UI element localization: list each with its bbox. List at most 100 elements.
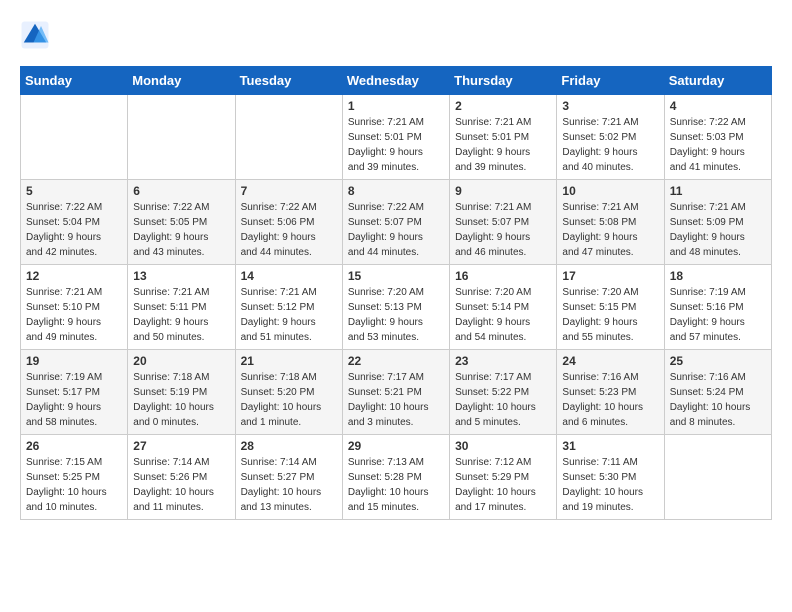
day-info: Sunrise: 7:15 AM Sunset: 5:25 PM Dayligh…	[26, 455, 122, 515]
weekday-header-tuesday: Tuesday	[235, 67, 342, 95]
calendar-cell	[235, 95, 342, 180]
day-number: 11	[670, 184, 766, 198]
calendar-cell: 21Sunrise: 7:18 AM Sunset: 5:20 PM Dayli…	[235, 350, 342, 435]
calendar-cell: 24 Sunrise: 7:16 AM Sunset: 5:23 PM Dayli…	[557, 350, 664, 435]
day-info: Sunrise: 7:21 AM Sunset: 5:11 PM Dayligh…	[133, 285, 229, 345]
day-info: Sunrise: 7:22 AM Sunset: 5:03 PM Dayligh…	[670, 115, 766, 175]
day-number: 1	[348, 99, 444, 113]
calendar-cell: 16 Sunrise: 7:20 AM Sunset: 5:14 PM Dayli…	[450, 265, 557, 350]
day-info: Sunrise: 7:19 AM Sunset: 5:17 PM Dayligh…	[26, 370, 122, 430]
calendar-cell: 1 Sunrise: 7:21 AM Sunset: 5:01 PM Daylig…	[342, 95, 449, 180]
weekday-header-sunday: Sunday	[21, 67, 128, 95]
day-info: Sunrise: 7:16 AM Sunset: 5:24 PM Dayligh…	[670, 370, 766, 430]
day-number: 7	[241, 184, 337, 198]
day-info: Sunrise: 7:13 AM Sunset: 5:28 PM Dayligh…	[348, 455, 444, 515]
weekday-header-wednesday: Wednesday	[342, 67, 449, 95]
calendar-week-1: 1 Sunrise: 7:21 AM Sunset: 5:01 PM Daylig…	[21, 95, 772, 180]
day-number: 5	[26, 184, 122, 198]
day-number: 14	[241, 269, 337, 283]
day-info: Sunrise: 7:18 AM Sunset: 5:19 PM Dayligh…	[133, 370, 229, 430]
day-number: 25	[670, 354, 766, 368]
day-number: 10	[562, 184, 658, 198]
day-number: 6	[133, 184, 229, 198]
day-info: Sunrise: 7:21 AM Sunset: 5:01 PM Dayligh…	[348, 115, 444, 175]
page-header	[20, 20, 772, 50]
day-number: 22	[348, 354, 444, 368]
day-number: 24	[562, 354, 658, 368]
day-info: Sunrise: 7:12 AM Sunset: 5:29 PM Dayligh…	[455, 455, 551, 515]
calendar-cell: 8 Sunrise: 7:22 AM Sunset: 5:07 PM Daylig…	[342, 180, 449, 265]
calendar-cell: 14 Sunrise: 7:21 AM Sunset: 5:12 PM Dayli…	[235, 265, 342, 350]
calendar-cell: 17 Sunrise: 7:20 AM Sunset: 5:15 PM Dayli…	[557, 265, 664, 350]
day-number: 28	[241, 439, 337, 453]
day-number: 30	[455, 439, 551, 453]
day-info: Sunrise: 7:14 AM Sunset: 5:27 PM Dayligh…	[241, 455, 337, 515]
day-info: Sunrise: 7:18 AM Sunset: 5:20 PM Dayligh…	[241, 370, 337, 430]
day-number: 31	[562, 439, 658, 453]
logo	[20, 20, 54, 50]
day-number: 23	[455, 354, 551, 368]
weekday-header-thursday: Thursday	[450, 67, 557, 95]
day-number: 2	[455, 99, 551, 113]
calendar-cell: 29Sunrise: 7:13 AM Sunset: 5:28 PM Dayli…	[342, 435, 449, 520]
calendar-cell: 28 Sunrise: 7:14 AM Sunset: 5:27 PM Dayli…	[235, 435, 342, 520]
calendar-cell: 6 Sunrise: 7:22 AM Sunset: 5:05 PM Daylig…	[128, 180, 235, 265]
day-number: 15	[348, 269, 444, 283]
day-info: Sunrise: 7:17 AM Sunset: 5:22 PM Dayligh…	[455, 370, 551, 430]
calendar-cell: 10 Sunrise: 7:21 AM Sunset: 5:08 PM Dayli…	[557, 180, 664, 265]
day-info: Sunrise: 7:16 AM Sunset: 5:23 PM Dayligh…	[562, 370, 658, 430]
calendar-cell: 13 Sunrise: 7:21 AM Sunset: 5:11 PM Dayli…	[128, 265, 235, 350]
calendar-body: 1 Sunrise: 7:21 AM Sunset: 5:01 PM Daylig…	[21, 95, 772, 520]
day-number: 17	[562, 269, 658, 283]
day-info: Sunrise: 7:22 AM Sunset: 5:04 PM Dayligh…	[26, 200, 122, 260]
logo-icon	[20, 20, 50, 50]
day-info: Sunrise: 7:22 AM Sunset: 5:07 PM Dayligh…	[348, 200, 444, 260]
day-info: Sunrise: 7:19 AM Sunset: 5:16 PM Dayligh…	[670, 285, 766, 345]
day-info: Sunrise: 7:21 AM Sunset: 5:10 PM Dayligh…	[26, 285, 122, 345]
calendar-cell: 12 Sunrise: 7:21 AM Sunset: 5:10 PM Dayli…	[21, 265, 128, 350]
calendar-cell	[664, 435, 771, 520]
calendar-cell: 5 Sunrise: 7:22 AM Sunset: 5:04 PM Daylig…	[21, 180, 128, 265]
day-number: 9	[455, 184, 551, 198]
calendar-cell: 15Sunrise: 7:20 AM Sunset: 5:13 PM Dayli…	[342, 265, 449, 350]
day-info: Sunrise: 7:21 AM Sunset: 5:12 PM Dayligh…	[241, 285, 337, 345]
day-number: 27	[133, 439, 229, 453]
weekday-row: SundayMondayTuesdayWednesdayThursdayFrid…	[21, 67, 772, 95]
calendar-cell: 20 Sunrise: 7:18 AM Sunset: 5:19 PM Dayli…	[128, 350, 235, 435]
weekday-header-friday: Friday	[557, 67, 664, 95]
calendar-week-5: 26Sunrise: 7:15 AM Sunset: 5:25 PM Dayli…	[21, 435, 772, 520]
calendar-week-3: 12 Sunrise: 7:21 AM Sunset: 5:10 PM Dayli…	[21, 265, 772, 350]
calendar-cell: 26Sunrise: 7:15 AM Sunset: 5:25 PM Dayli…	[21, 435, 128, 520]
day-info: Sunrise: 7:20 AM Sunset: 5:14 PM Dayligh…	[455, 285, 551, 345]
day-info: Sunrise: 7:21 AM Sunset: 5:02 PM Dayligh…	[562, 115, 658, 175]
day-number: 18	[670, 269, 766, 283]
calendar-header: SundayMondayTuesdayWednesdayThursdayFrid…	[21, 67, 772, 95]
day-number: 19	[26, 354, 122, 368]
day-info: Sunrise: 7:17 AM Sunset: 5:21 PM Dayligh…	[348, 370, 444, 430]
calendar-cell: 18 Sunrise: 7:19 AM Sunset: 5:16 PM Dayli…	[664, 265, 771, 350]
day-info: Sunrise: 7:22 AM Sunset: 5:05 PM Dayligh…	[133, 200, 229, 260]
day-number: 16	[455, 269, 551, 283]
calendar-cell: 4 Sunrise: 7:22 AM Sunset: 5:03 PM Daylig…	[664, 95, 771, 180]
day-number: 20	[133, 354, 229, 368]
day-info: Sunrise: 7:21 AM Sunset: 5:09 PM Dayligh…	[670, 200, 766, 260]
day-number: 4	[670, 99, 766, 113]
day-info: Sunrise: 7:20 AM Sunset: 5:15 PM Dayligh…	[562, 285, 658, 345]
day-number: 13	[133, 269, 229, 283]
calendar-cell: 25 Sunrise: 7:16 AM Sunset: 5:24 PM Dayli…	[664, 350, 771, 435]
calendar-week-2: 5 Sunrise: 7:22 AM Sunset: 5:04 PM Daylig…	[21, 180, 772, 265]
calendar-cell: 2Sunrise: 7:21 AM Sunset: 5:01 PM Daylig…	[450, 95, 557, 180]
day-info: Sunrise: 7:22 AM Sunset: 5:06 PM Dayligh…	[241, 200, 337, 260]
day-info: Sunrise: 7:14 AM Sunset: 5:26 PM Dayligh…	[133, 455, 229, 515]
day-info: Sunrise: 7:21 AM Sunset: 5:08 PM Dayligh…	[562, 200, 658, 260]
weekday-header-saturday: Saturday	[664, 67, 771, 95]
day-number: 8	[348, 184, 444, 198]
day-info: Sunrise: 7:11 AM Sunset: 5:30 PM Dayligh…	[562, 455, 658, 515]
calendar-table: SundayMondayTuesdayWednesdayThursdayFrid…	[20, 66, 772, 520]
calendar-week-4: 19 Sunrise: 7:19 AM Sunset: 5:17 PM Dayli…	[21, 350, 772, 435]
day-number: 3	[562, 99, 658, 113]
calendar-cell: 7 Sunrise: 7:22 AM Sunset: 5:06 PM Daylig…	[235, 180, 342, 265]
day-number: 12	[26, 269, 122, 283]
calendar-cell: 23 Sunrise: 7:17 AM Sunset: 5:22 PM Dayli…	[450, 350, 557, 435]
calendar-cell	[21, 95, 128, 180]
